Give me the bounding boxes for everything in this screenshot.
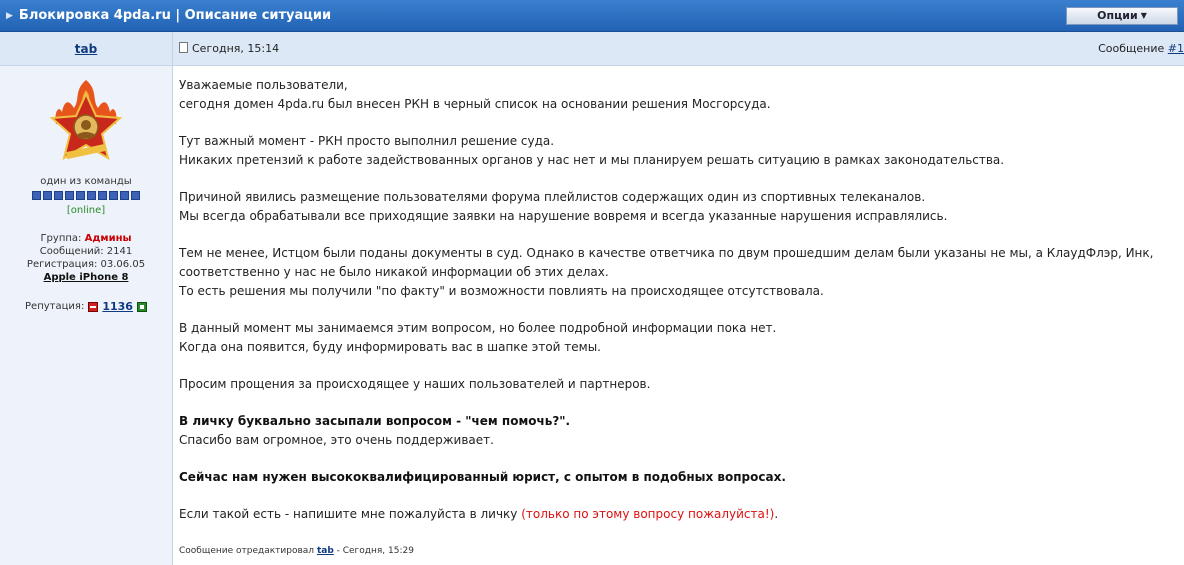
document-icon: [179, 42, 188, 53]
post-date: Сегодня, 15:14: [192, 42, 280, 55]
topic-title-text: Блокировка 4pda.ru | Описание ситуации: [18, 8, 332, 23]
paragraph: Сейчас нам нужен высококвалифицированный…: [179, 468, 1184, 487]
rank-pip: [120, 191, 129, 200]
text-line: В данный момент мы занимаемся этим вопро…: [179, 321, 777, 335]
reputation-label: Репутация:: [25, 301, 85, 312]
bold-text-line: В личку буквально засыпали вопросом - "ч…: [179, 414, 571, 428]
author-registration: Регистрация: 03.06.05: [26, 259, 146, 270]
author-post-count: Сообщений: 2141: [39, 246, 133, 257]
minus-icon[interactable]: [88, 301, 99, 312]
author-group: Группа: Админы: [0, 232, 172, 245]
message-number-link[interactable]: #1: [1168, 42, 1184, 55]
post-header: tab Сегодня, 15:14 Сообщение #1: [0, 32, 1184, 66]
text-line: Если такой есть - напишите мне пожалуйст…: [179, 507, 522, 521]
text-line: .: [774, 507, 779, 521]
text-line: Тем не менее, Истцом были поданы докумен…: [179, 246, 1154, 260]
options-label: Опции: [1097, 9, 1138, 22]
edited-prefix: Сообщение отредактировал: [179, 546, 315, 556]
text-line: соответственно у нас не было никакой инф…: [179, 265, 609, 279]
text-line: То есть решения мы получили "по факту" и…: [179, 284, 824, 298]
paragraph: Тут важный момент - РКН просто выполнил …: [179, 132, 1184, 170]
caret-down-icon: ▼: [1140, 11, 1147, 20]
text-line: Тут важный момент - РКН просто выполнил …: [179, 134, 555, 148]
post-meta: Сегодня, 15:14 Сообщение #1: [173, 32, 1184, 65]
paragraph: Тем не менее, Истцом были поданы докумен…: [179, 244, 1184, 301]
text-line: Уважаемые пользователи,: [179, 78, 348, 92]
message-label: Сообщение: [1098, 42, 1165, 55]
group-label: Группа:: [40, 233, 82, 244]
text-line: Никаких претензий к работе задействованн…: [179, 153, 1005, 167]
rank-pip: [131, 191, 140, 200]
post-date-block: Сегодня, 15:14: [179, 42, 279, 55]
triangle-right-icon: ▶: [6, 10, 13, 21]
rank-pip: [98, 191, 107, 200]
author-device-link[interactable]: Apple iPhone 8: [0, 271, 172, 284]
paragraph: В личку буквально засыпали вопросом - "ч…: [179, 412, 1184, 450]
author-info: Группа: Админы Сообщений: 2141 Регистрац…: [0, 232, 172, 284]
edited-user-link[interactable]: tab: [317, 546, 334, 556]
paragraph: Уважаемые пользователи, сегодня домен 4pd…: [179, 76, 1184, 114]
text-line: Просим прощения за происходящее у наших …: [179, 377, 651, 391]
paragraph: В данный момент мы занимаемся этим вопро…: [179, 319, 1184, 357]
paragraph: Если такой есть - напишите мне пожалуйст…: [179, 505, 1184, 524]
text-line: сегодня домен 4pda.ru был внесен РКН в ч…: [179, 97, 771, 111]
text-line: Спасибо вам огромное, это очень поддержи…: [179, 433, 494, 447]
online-status: [online]: [66, 205, 106, 216]
topic-title: ▶ Блокировка 4pda.ru | Описание ситуации: [0, 8, 331, 23]
edited-suffix: - Сегодня, 15:29: [333, 546, 414, 556]
pioneer-star-icon[interactable]: [36, 72, 136, 172]
paragraph: Просим прощения за происходящее у наших …: [179, 375, 1184, 394]
rank-pip: [76, 191, 85, 200]
rank-pip: [109, 191, 118, 200]
red-text: (только по этому вопросу пожалуйста!): [521, 507, 775, 521]
post-body: один из команды [online] Группа: Админы …: [0, 66, 1184, 565]
bold-text-line: Сейчас нам нужен высококвалифицированный…: [179, 470, 786, 484]
rank-pip: [54, 191, 63, 200]
rank-pip: [32, 191, 41, 200]
rank-pips: [0, 191, 172, 200]
author-rank: один из команды: [40, 176, 132, 187]
author-link[interactable]: tab: [75, 42, 97, 56]
topic-title-bar: ▶ Блокировка 4pda.ru | Описание ситуации…: [0, 0, 1184, 32]
author-cell: tab: [0, 32, 173, 65]
text-line: Когда она появится, буду информировать в…: [179, 340, 601, 354]
edited-note: Сообщение отредактировал tab - Сегодня, …: [179, 542, 1184, 561]
plus-icon[interactable]: [136, 301, 147, 312]
options-button[interactable]: Опции ▼: [1066, 6, 1178, 25]
rank-pip: [87, 191, 96, 200]
post-content: Уважаемые пользователи, сегодня домен 4pd…: [173, 66, 1184, 565]
message-number: Сообщение #1: [1098, 42, 1184, 55]
text-line: Причиной явились размещение пользователя…: [179, 190, 926, 204]
group-value: Админы: [84, 233, 132, 244]
author-reputation: Репутация: 1136: [0, 300, 172, 313]
author-sidebar: один из команды [online] Группа: Админы …: [0, 66, 173, 565]
rank-pip: [65, 191, 74, 200]
paragraph: Причиной явились размещение пользователя…: [179, 188, 1184, 226]
reputation-value-link[interactable]: 1136: [102, 300, 133, 313]
text-line: Мы всегда обрабатывали все приходящие за…: [179, 209, 948, 223]
rank-pip: [43, 191, 52, 200]
